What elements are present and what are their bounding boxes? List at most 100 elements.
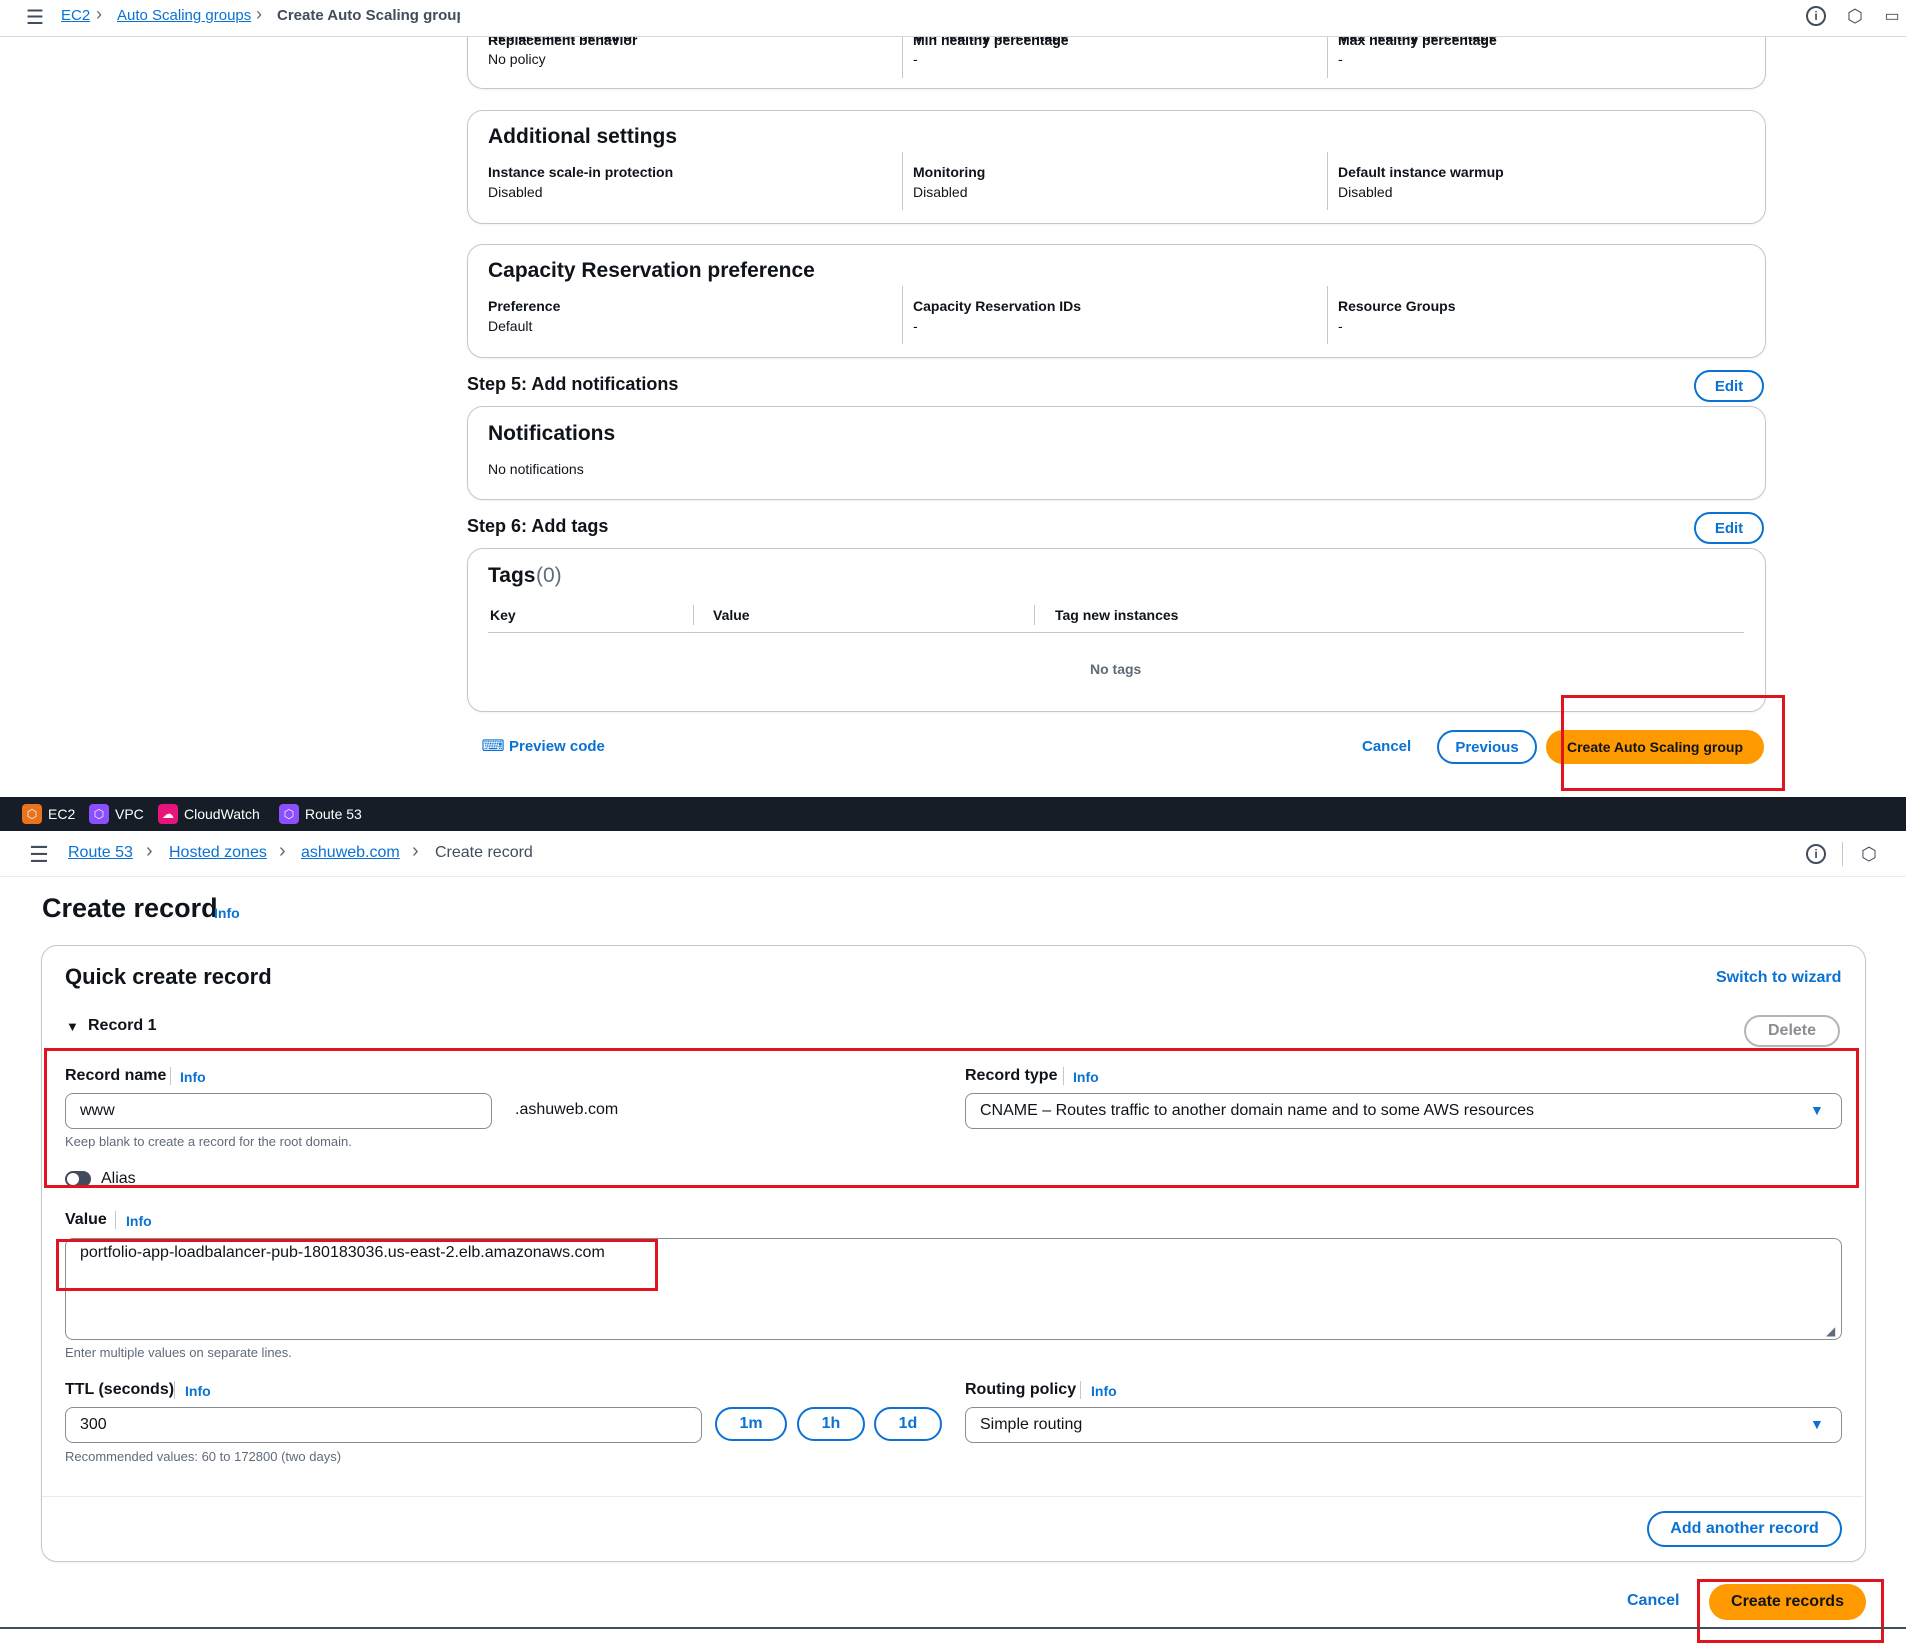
tags-empty: No tags [1090, 661, 1142, 677]
tags-count: (0) [536, 564, 562, 587]
service-cloudwatch[interactable]: ☁ CloudWatch [158, 801, 260, 827]
resource-groups-label: Resource Groups [1338, 298, 1456, 314]
warmup-label: Default instance warmup [1338, 164, 1504, 180]
chevron-right-icon: › [279, 840, 286, 862]
value-hint: Enter multiple values on separate lines. [65, 1345, 292, 1360]
tags-col-value: Value [713, 607, 750, 623]
preview-code-link[interactable]: Preview code [509, 738, 605, 755]
menu-icon[interactable]: ☰ [27, 842, 51, 867]
divider [1080, 1381, 1081, 1399]
ttl-value: 300 [80, 1416, 107, 1433]
caret-down-icon: ▼ [1810, 1416, 1824, 1432]
delete-button: Delete [1744, 1015, 1840, 1047]
ec2-icon: ⬡ [22, 804, 42, 824]
notifications-card [467, 406, 1766, 500]
divider [902, 152, 903, 210]
resize-handle-icon[interactable]: ◢ [1826, 1324, 1835, 1338]
cancel-button[interactable]: Cancel [1627, 1592, 1679, 1610]
divider [1327, 286, 1328, 344]
ttl-1h-button[interactable]: 1h [797, 1407, 865, 1441]
cancel-button[interactable]: Cancel [1362, 738, 1411, 755]
capacity-ids-label: Capacity Reservation IDs [913, 298, 1082, 314]
highlight-box [1697, 1579, 1884, 1643]
breadcrumb-hosted-zones[interactable]: Hosted zones [169, 844, 267, 862]
header-border [0, 36, 1906, 37]
divider [115, 1211, 116, 1229]
replacement-value: No policy [488, 51, 546, 67]
breadcrumb-ec2[interactable]: EC2 [61, 7, 90, 24]
service-ec2[interactable]: ⬡ EC2 [22, 801, 75, 827]
record-1-header[interactable]: Record 1 [88, 1017, 156, 1035]
monitoring-label: Monitoring [913, 164, 986, 180]
chevron-right-icon: › [96, 4, 102, 24]
breadcrumb-asg[interactable]: Auto Scaling groups [117, 7, 251, 24]
caret-down-icon[interactable]: ▼ [66, 1019, 79, 1034]
page-title-info[interactable]: Info [214, 905, 240, 921]
additional-settings-title: Additional settings [488, 125, 677, 148]
routing-policy-select[interactable]: Simple routing [965, 1407, 1842, 1443]
preference-label: Preference [488, 298, 561, 314]
previous-button[interactable]: Previous [1437, 730, 1537, 764]
settings-icon[interactable]: ⬡ [1845, 6, 1865, 26]
menu-icon[interactable]: ☰ [24, 6, 46, 29]
service-route53-label: Route 53 [305, 806, 362, 822]
header-mask [460, 0, 1780, 36]
breadcrumb-current: Create Auto Scaling group [277, 7, 466, 24]
divider [902, 36, 903, 78]
service-vpc[interactable]: ⬡ VPC [89, 801, 144, 827]
ttl-1d-button[interactable]: 1d [874, 1407, 942, 1441]
tags-title: Tags [488, 564, 536, 587]
chevron-right-icon: › [256, 4, 262, 24]
tags-card [467, 548, 1766, 712]
chevron-right-icon: › [146, 840, 153, 862]
resource-groups-value: - [1338, 318, 1343, 334]
highlight-box [44, 1048, 1859, 1188]
ttl-1m-button[interactable]: 1m [715, 1407, 787, 1441]
capacity-reservation-title: Capacity Reservation preference [488, 259, 815, 282]
ttl-input[interactable]: 300 [65, 1407, 702, 1443]
breadcrumb-zone[interactable]: ashuweb.com [301, 844, 400, 862]
divider [902, 286, 903, 344]
divider [1327, 36, 1328, 78]
ttl-label: TTL (seconds) [65, 1381, 175, 1398]
divider [1842, 842, 1843, 866]
notifications-title: Notifications [488, 422, 616, 445]
settings-icon[interactable]: ⬡ [1858, 843, 1880, 865]
route53-icon: ⬡ [279, 804, 299, 824]
preference-value: Default [488, 318, 533, 334]
tags-col-key: Key [490, 607, 516, 623]
ttl-hint: Recommended values: 60 to 172800 (two da… [65, 1449, 342, 1464]
highlight-box [1561, 695, 1785, 791]
switch-to-wizard-link[interactable]: Switch to wizard [1716, 969, 1841, 987]
routing-policy-info[interactable]: Info [1091, 1383, 1117, 1399]
routing-policy-value: Simple routing [980, 1416, 1083, 1433]
step5-title: Step 5: Add notifications [467, 374, 679, 394]
add-another-record-button[interactable]: Add another record [1647, 1511, 1842, 1547]
capacity-ids-value: - [913, 318, 918, 334]
step5-edit-button[interactable]: Edit [1694, 370, 1764, 402]
step6-edit-button[interactable]: Edit [1694, 512, 1764, 544]
breadcrumb-current: Create record [435, 844, 533, 861]
info-circle-icon[interactable]: i [1806, 844, 1826, 864]
tags-col-new-instances: Tag new instances [1055, 607, 1179, 623]
bottom-border [0, 1627, 1906, 1629]
feedback-icon[interactable]: ▭ [1882, 6, 1902, 26]
routing-policy-label: Routing policy [965, 1381, 1077, 1398]
divider [693, 605, 694, 625]
service-route53[interactable]: ⬡ Route 53 [279, 801, 362, 827]
header-border [0, 876, 1906, 877]
breadcrumb-route53[interactable]: Route 53 [68, 844, 133, 862]
quick-create-title: Quick create record [65, 964, 272, 989]
info-circle-icon[interactable]: i [1806, 6, 1826, 26]
table-header-line [488, 632, 1744, 633]
step6-title: Step 6: Add tags [467, 516, 609, 536]
preview-code-icon[interactable]: ⌨ [481, 737, 504, 755]
notifications-text: No notifications [488, 461, 584, 477]
scale-in-value: Disabled [488, 184, 543, 200]
highlight-box [56, 1239, 658, 1291]
service-vpc-label: VPC [115, 806, 144, 822]
value-label: Value [65, 1211, 107, 1228]
ttl-info[interactable]: Info [185, 1383, 211, 1399]
value-info[interactable]: Info [126, 1213, 152, 1229]
chevron-right-icon: › [412, 840, 419, 862]
